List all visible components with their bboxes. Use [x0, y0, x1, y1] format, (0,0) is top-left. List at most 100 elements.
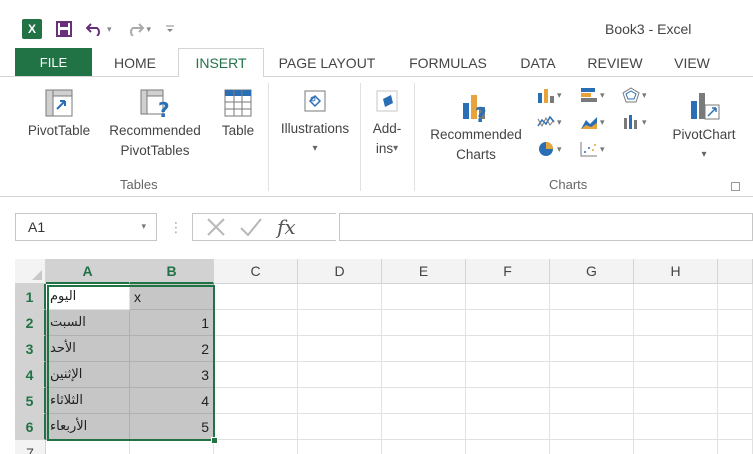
row-header-2[interactable]: 2 [15, 310, 46, 336]
cancel-icon[interactable] [205, 216, 227, 238]
grid-cell[interactable] [718, 388, 753, 414]
grid-cell[interactable] [466, 336, 550, 362]
grid-cell[interactable] [382, 362, 466, 388]
redo-dropdown-icon[interactable]: ▾ [147, 24, 152, 35]
cell-b2[interactable]: 1 [130, 310, 214, 336]
tab-view[interactable]: VIEW [660, 48, 724, 77]
grid-cell[interactable] [214, 284, 298, 310]
table-button[interactable]: Table [214, 87, 262, 141]
column-header-h[interactable]: H [634, 259, 718, 284]
grid-cell[interactable] [718, 310, 753, 336]
grid-cell[interactable] [550, 362, 634, 388]
grid-cell[interactable] [718, 284, 753, 310]
radar-chart-button[interactable]: ▾ [622, 87, 647, 103]
row-header-6[interactable]: 6 [15, 414, 46, 440]
select-all-button[interactable] [15, 259, 46, 284]
grid-cell[interactable] [634, 310, 718, 336]
cell-b6[interactable]: 5 [130, 414, 214, 440]
insert-function-icon[interactable]: fx [277, 215, 296, 239]
formula-bar-grip-icon[interactable]: ⋮ [169, 219, 183, 236]
tab-formulas[interactable]: FORMULAS [390, 48, 506, 77]
name-box-dropdown-icon[interactable]: ▾ [141, 221, 146, 232]
column-header-e[interactable]: E [382, 259, 466, 284]
grid-cell[interactable] [214, 310, 298, 336]
grid-cell[interactable] [214, 336, 298, 362]
area-chart-button[interactable]: ▾ [580, 114, 605, 130]
tab-data[interactable]: DATA [506, 48, 570, 77]
grid-cell[interactable] [298, 284, 382, 310]
cell-a2[interactable]: السبت [46, 310, 130, 336]
column-header-b[interactable]: B [130, 259, 214, 284]
grid-cell[interactable] [634, 414, 718, 440]
grid-cell[interactable] [718, 440, 753, 454]
grid-cell[interactable] [718, 336, 753, 362]
column-header-f[interactable]: F [466, 259, 550, 284]
cell-a5[interactable]: الثلاثاء [46, 388, 130, 414]
grid-cell[interactable] [466, 310, 550, 336]
grid-cell[interactable] [298, 310, 382, 336]
redo-icon[interactable]: ▾ [126, 22, 152, 36]
grid-cell[interactable] [466, 414, 550, 440]
grid-cell[interactable] [550, 414, 634, 440]
grid-cell[interactable] [634, 336, 718, 362]
add-ins-button[interactable]: Add- ins ▾ [364, 85, 410, 159]
grid-cell[interactable] [382, 336, 466, 362]
grid-cell[interactable] [382, 388, 466, 414]
row-header-7[interactable]: 7 [15, 440, 46, 454]
grid-cell[interactable] [298, 414, 382, 440]
row-header-1[interactable]: 1 [15, 284, 46, 310]
grid-cell[interactable] [214, 440, 298, 454]
cell-a4[interactable]: الإثنين [46, 362, 130, 388]
column-chart-button[interactable]: ▾ [537, 87, 562, 103]
cell-b3[interactable]: 2 [130, 336, 214, 362]
grid-cell[interactable] [382, 310, 466, 336]
grid-cell[interactable] [550, 440, 634, 454]
grid-cell[interactable] [214, 388, 298, 414]
save-icon[interactable] [56, 21, 72, 37]
grid-cell[interactable] [550, 336, 634, 362]
recommended-charts-button[interactable]: ? Recommended Charts [420, 89, 532, 165]
grid-cell[interactable] [46, 440, 130, 454]
column-header-next[interactable] [718, 259, 753, 284]
cell-a3[interactable]: الأحد [46, 336, 130, 362]
row-header-4[interactable]: 4 [15, 362, 46, 388]
grid-cell[interactable] [466, 388, 550, 414]
line-chart-button[interactable]: ▾ [537, 114, 562, 130]
grid-cell[interactable] [550, 310, 634, 336]
column-header-g[interactable]: G [550, 259, 634, 284]
grid-cell[interactable] [298, 362, 382, 388]
column-header-d[interactable]: D [298, 259, 382, 284]
grid-cell[interactable] [466, 362, 550, 388]
illustrations-button[interactable]: Illustrations ▾ [273, 85, 357, 159]
charts-dialog-launcher-icon[interactable] [731, 182, 740, 191]
grid-cell[interactable] [718, 362, 753, 388]
tab-insert[interactable]: INSERT [178, 48, 264, 77]
grid-cell[interactable] [634, 284, 718, 310]
cell-a6[interactable]: الأربعاء [46, 414, 130, 440]
cell-b5[interactable]: 4 [130, 388, 214, 414]
grid-cell[interactable] [130, 440, 214, 454]
grid-cell[interactable] [718, 414, 753, 440]
tab-file[interactable]: FILE [15, 48, 92, 77]
grid-cell[interactable] [634, 440, 718, 454]
formula-input[interactable] [339, 213, 753, 241]
grid-cell[interactable] [466, 284, 550, 310]
grid-cell[interactable] [214, 362, 298, 388]
grid-cell[interactable] [298, 440, 382, 454]
pie-chart-button[interactable]: ▾ [537, 141, 562, 157]
cell-b4[interactable]: 3 [130, 362, 214, 388]
tab-review[interactable]: REVIEW [570, 48, 660, 77]
grid-cell[interactable] [298, 336, 382, 362]
row-header-5[interactable]: 5 [15, 388, 46, 414]
name-box[interactable]: A1 ▾ [15, 213, 157, 241]
pivotchart-button[interactable]: PivotChart ▾ [660, 89, 748, 165]
undo-icon[interactable]: ▾ [86, 22, 112, 36]
scatter-chart-button[interactable]: ▾ [580, 141, 605, 157]
bar-chart-button[interactable]: ▾ [580, 87, 605, 103]
fill-handle[interactable] [211, 437, 218, 444]
row-header-3[interactable]: 3 [15, 336, 46, 362]
recommended-pivottables-button[interactable]: ? Recommended PivotTables [100, 87, 210, 161]
grid-cell[interactable] [382, 284, 466, 310]
grid-cell[interactable] [382, 414, 466, 440]
cell-a1[interactable]: اليوم [46, 284, 130, 310]
